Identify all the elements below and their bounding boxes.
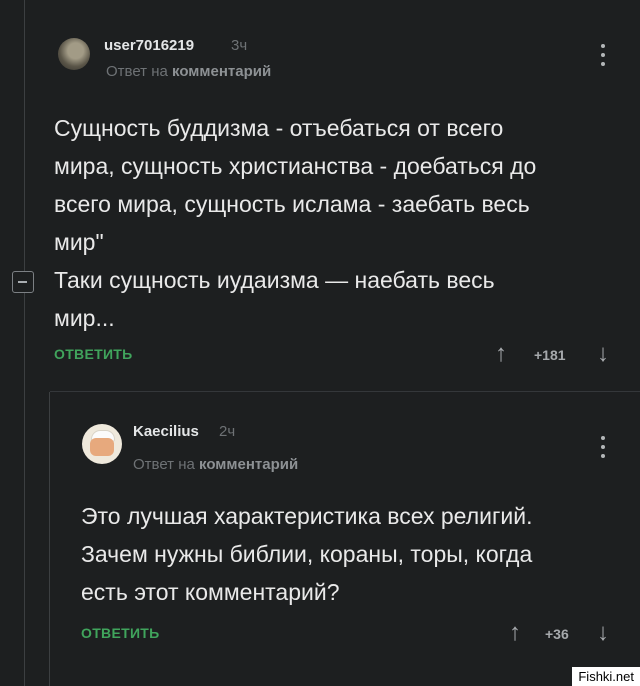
- reply-to-label: Ответ на комментарий: [106, 63, 271, 80]
- comment-line: есть этот комментарий?: [81, 579, 340, 605]
- comment-body: Это лучшая характеристика всех религий. …: [81, 497, 532, 611]
- rating-count: +181: [534, 347, 566, 363]
- comment-time: 3ч: [231, 37, 248, 54]
- more-menu-icon[interactable]: [601, 436, 607, 463]
- reply-prefix: Ответ на: [133, 456, 195, 473]
- avatar[interactable]: [82, 424, 122, 464]
- rating-count: +36: [545, 626, 569, 642]
- comment-body: Сущность буддизма - отъебаться от всего …: [54, 109, 536, 337]
- collapse-thread-icon[interactable]: [12, 271, 34, 293]
- comment-line: Зачем нужны библии, кораны, торы, когда: [81, 541, 533, 567]
- comment-line: мира, сущность христианства - доебаться …: [54, 153, 537, 179]
- comment-time: 2ч: [219, 423, 236, 440]
- comment-line: Это лучшая характеристика всех религий.: [81, 503, 533, 529]
- upvote-icon[interactable]: ↑: [495, 342, 507, 366]
- comment-line: мир...: [54, 305, 115, 331]
- divider: [50, 391, 640, 392]
- comment-username[interactable]: Kaecilius: [133, 423, 199, 440]
- comment-username[interactable]: user7016219: [104, 37, 194, 54]
- watermark: Fishki.net: [572, 667, 640, 686]
- reply-button[interactable]: ОТВЕТИТЬ: [54, 346, 133, 362]
- downvote-icon[interactable]: ↓: [597, 342, 609, 366]
- reply-button[interactable]: ОТВЕТИТЬ: [81, 625, 160, 641]
- comment-line: Сущность буддизма - отъебаться от всего: [54, 115, 504, 141]
- upvote-icon[interactable]: ↑: [509, 621, 521, 645]
- comment-line: всего мира, сущность ислама - заебать ве…: [54, 191, 530, 217]
- reply-target-link[interactable]: комментарий: [199, 456, 298, 473]
- more-menu-icon[interactable]: [601, 44, 607, 71]
- avatar[interactable]: [58, 38, 90, 70]
- comment-line: Таки сущность иудаизма — наебать весь: [54, 267, 495, 293]
- reply-to-label: Ответ на комментарий: [133, 456, 298, 473]
- reply-target-link[interactable]: комментарий: [172, 63, 271, 80]
- comment-line: мир": [54, 229, 104, 255]
- thread-line: [24, 0, 25, 686]
- downvote-icon[interactable]: ↓: [597, 621, 609, 645]
- reply-prefix: Ответ на: [106, 63, 168, 80]
- reply-thread-line: [49, 392, 50, 686]
